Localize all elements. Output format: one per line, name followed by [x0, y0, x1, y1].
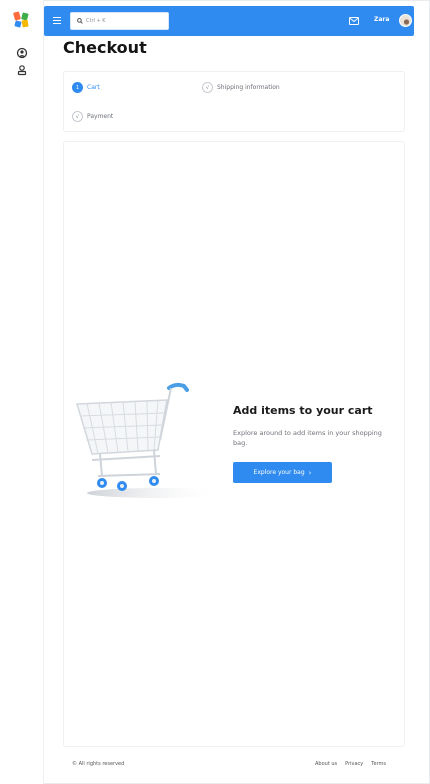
shopping-cart-illustration [76, 382, 227, 498]
step-cart[interactable]: 1 Cart [72, 82, 100, 93]
footer-link-privacy[interactable]: Privacy [345, 761, 363, 767]
check-icon: √ [72, 111, 83, 122]
explore-bag-button[interactable]: Explore your bag › [233, 462, 332, 483]
user-icon[interactable] [16, 64, 28, 76]
search-box[interactable] [70, 12, 169, 30]
app-frame: Zara Checkout 1 Cart √ Shipping informat… [0, 0, 430, 784]
step-label: Payment [87, 113, 114, 120]
footer-link-terms[interactable]: Terms [371, 761, 386, 767]
menu-toggle-icon[interactable] [53, 17, 61, 24]
empty-cart-description: Explore around to add items in your shop… [233, 429, 382, 447]
step-shipping-information[interactable]: √ Shipping information [202, 82, 280, 93]
checkout-stepper: 1 Cart √ Shipping information √ Payment [63, 71, 405, 132]
step-label: Shipping information [217, 84, 280, 91]
step-payment[interactable]: √ Payment [72, 111, 113, 122]
cart-content-card: Add items to your cart Explore around to… [63, 141, 405, 747]
dashboard-icon[interactable] [16, 47, 28, 59]
step-label: Cart [87, 84, 100, 91]
footer-copyright: © All rights reserved [72, 761, 125, 767]
mail-icon[interactable] [349, 17, 359, 25]
footer-links: About us Privacy Terms [315, 761, 386, 767]
page-title: Checkout [63, 38, 147, 57]
sidebar [0, 0, 44, 784]
search-input[interactable] [86, 15, 166, 27]
user-avatar-icon [403, 19, 410, 25]
top-bar: Zara [44, 6, 414, 36]
search-icon [77, 18, 83, 24]
empty-cart-title: Add items to your cart [233, 404, 373, 417]
app-logo[interactable] [13, 11, 31, 29]
chevron-right-icon: › [308, 468, 312, 477]
username-label[interactable]: Zara [374, 16, 389, 23]
avatar[interactable] [399, 14, 412, 27]
check-icon: √ [202, 82, 213, 93]
footer-link-about[interactable]: About us [315, 761, 337, 767]
step-number: 1 [72, 82, 83, 93]
explore-bag-label: Explore your bag [253, 469, 305, 476]
